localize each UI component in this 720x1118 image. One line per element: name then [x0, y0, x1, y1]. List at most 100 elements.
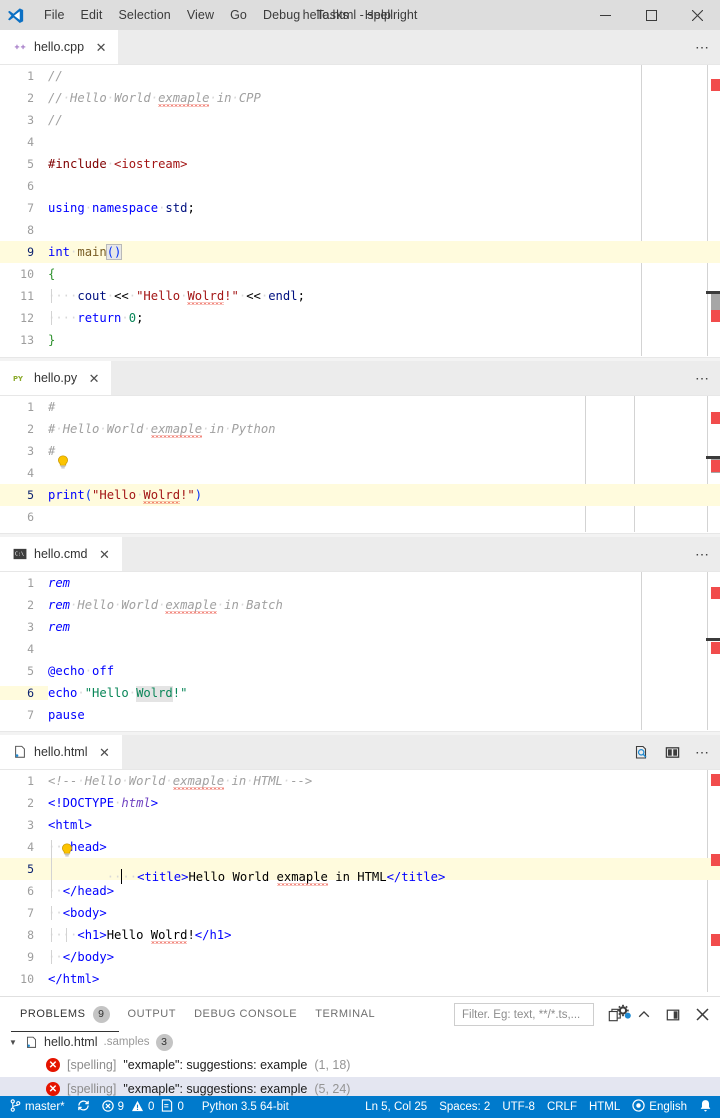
tab-terminal[interactable]: Terminal — [306, 997, 384, 1032]
tab-output[interactable]: Output — [119, 997, 186, 1032]
more-actions-icon[interactable]: ⋯ — [688, 34, 716, 62]
code-editor-cmd[interactable]: 1 rem 2 rem·Hello·World·exmaple·in·Batch 3… — [0, 572, 720, 730]
code-line[interactable]: 3 rem — [0, 616, 720, 638]
code-line[interactable]: 7 using·namespace·std; — [0, 197, 720, 219]
menu-help[interactable]: Help — [357, 4, 399, 26]
menu-selection[interactable]: Selection — [111, 4, 179, 26]
maximize-button[interactable] — [628, 0, 674, 30]
code-line[interactable]: 6 — [0, 506, 720, 528]
menu-edit[interactable]: Edit — [73, 4, 111, 26]
code-line[interactable]: 7 ··<body> — [0, 902, 720, 924]
status-encoding[interactable]: UTF-8 — [496, 1096, 541, 1118]
line-number: 4 — [27, 135, 34, 149]
code-line[interactable]: 7 pause — [0, 704, 720, 726]
chevron-down-icon[interactable]: ▼ — [7, 1038, 19, 1047]
tab-hello-cmd[interactable]: C:\ hello.cmd ✕ — [0, 537, 122, 571]
branch-name: master* — [25, 1101, 65, 1113]
code-line[interactable]: 1 rem — [0, 572, 720, 594]
open-preview-icon[interactable] — [628, 739, 656, 767]
minimize-button[interactable] — [582, 0, 628, 30]
more-actions-icon[interactable]: ⋯ — [688, 541, 716, 569]
menu-go[interactable]: Go — [222, 4, 255, 26]
toggle-panel-icon[interactable] — [659, 1001, 687, 1029]
close-button[interactable] — [674, 0, 720, 30]
overview-ruler-cpp[interactable] — [706, 65, 720, 356]
tab-debug-console[interactable]: Debug Console — [185, 997, 306, 1032]
code-line[interactable]: 2//·Hello·World·exmaple·in·CPP — [0, 87, 720, 109]
panel-tab-label: Problems — [20, 1008, 86, 1020]
tab-hello-cpp[interactable]: hello.cpp ✕ — [0, 30, 119, 64]
overview-ruler-py[interactable] — [706, 396, 720, 532]
code-lines-cmd: 1 rem 2 rem·Hello·World·exmaple·in·Batch 3… — [0, 572, 720, 726]
lightbulb-quickfix-icon[interactable] — [56, 454, 70, 470]
status-problems[interactable]: 9 0 0 — [96, 1096, 190, 1118]
code-line[interactable]: 9 ··</body> — [0, 946, 720, 968]
code-line[interactable]: 13} — [0, 329, 720, 351]
tab-hello-html[interactable]: hello.html ✕ — [0, 735, 122, 769]
code-line[interactable]: 2 rem·Hello·World·exmaple·in·Batch — [0, 594, 720, 616]
status-eol[interactable]: CRLF — [541, 1096, 583, 1118]
more-actions-icon[interactable]: ⋯ — [688, 365, 716, 393]
code-line-current[interactable]: 5 print("Hello·Wolrd!") — [0, 484, 720, 506]
tab-hello-py[interactable]: PY hello.py ✕ — [0, 361, 112, 395]
menu-view[interactable]: View — [179, 4, 222, 26]
code-line[interactable]: 2 #·Hello·World·exmaple·in·Python — [0, 418, 720, 440]
split-editor-icon[interactable] — [658, 739, 686, 767]
code-line[interactable]: 12 ····return·0; — [0, 307, 720, 329]
status-indentation[interactable]: Spaces: 2 — [433, 1096, 496, 1118]
problems-file-group[interactable]: ▼ hello.html .samples 3 — [0, 1031, 720, 1053]
close-icon[interactable]: ✕ — [87, 372, 101, 385]
code-line[interactable]: 3 <html> — [0, 814, 720, 836]
code-line[interactable]: 5 #include·<iostream> — [0, 153, 720, 175]
code-line[interactable]: 2 <!DOCTYPE·html> — [0, 792, 720, 814]
code-line[interactable]: 1 # — [0, 396, 720, 418]
close-panel-icon[interactable] — [688, 1001, 716, 1029]
close-icon[interactable]: ✕ — [98, 746, 112, 759]
lightbulb-quickfix-icon[interactable] — [60, 842, 74, 858]
code-line[interactable]: 4 — [0, 455, 720, 484]
code-editor-cpp[interactable]: 1// 2//·Hello·World·exmaple·in·CPP 3// 4… — [0, 65, 720, 356]
overview-ruler-html[interactable] — [706, 770, 720, 992]
code-line[interactable]: 6 ··</head> — [0, 880, 720, 902]
code-line-current[interactable]: 6 echo·"Hello·Wolrd!" — [0, 682, 720, 704]
status-sync[interactable] — [71, 1096, 96, 1118]
status-language-mode[interactable]: HTML — [583, 1096, 626, 1118]
code-line[interactable]: 4 — [0, 131, 720, 153]
status-notifications[interactable] — [693, 1096, 718, 1118]
menu-debug[interactable]: Debug — [255, 4, 308, 26]
menu-tasks[interactable]: Tasks — [308, 4, 356, 26]
problem-row[interactable]: ✕ [spelling] "exmaple": suggestions: exa… — [0, 1053, 720, 1077]
code-editor-html[interactable]: 1 <!--·Hello·World·exmaple·in·HTML·--> 2 <… — [0, 770, 720, 992]
code-line[interactable]: 8 — [0, 219, 720, 241]
overview-ruler-cmd[interactable] — [706, 572, 720, 730]
code-line[interactable]: 8 ····<h1>Hello Wolrd!</h1> — [0, 924, 720, 946]
code-line[interactable]: 1// — [0, 65, 720, 87]
tab-problems[interactable]: Problems 9 — [11, 997, 119, 1032]
close-icon[interactable]: ✕ — [94, 41, 108, 54]
line-number: 7 — [27, 201, 34, 215]
code-line-current[interactable]: 9 int·main() — [0, 241, 720, 263]
status-branch[interactable]: master* — [4, 1096, 71, 1118]
code-line[interactable]: 3// — [0, 109, 720, 131]
line-number: 12 — [20, 311, 34, 325]
code-line-current[interactable]: 5 ····<title>Hello World exmaple in HTML… — [0, 840, 720, 898]
code-line[interactable]: 5 @echo·off — [0, 660, 720, 682]
code-line[interactable]: 10 </html> — [0, 968, 720, 990]
status-python-interpreter[interactable]: Python 3.5 64-bit — [196, 1096, 295, 1118]
problems-file-dir: .samples — [103, 1036, 150, 1048]
close-icon[interactable]: ✕ — [98, 548, 112, 561]
problems-filter-box[interactable] — [454, 1003, 631, 1026]
code-line[interactable]: 6 — [0, 175, 720, 197]
code-line[interactable]: 4 — [0, 638, 720, 660]
more-actions-icon[interactable]: ⋯ — [688, 739, 716, 767]
code-editor-py[interactable]: 1 # 2 #·Hello·World·exmaple·in·Python 3 # 4… — [0, 396, 720, 532]
new-terminal-icon[interactable] — [601, 1001, 629, 1029]
maximize-panel-icon[interactable] — [630, 1001, 658, 1029]
status-spellcheck[interactable]: English — [626, 1096, 693, 1118]
code-line[interactable]: 11 ····cout·<<·"Hello·Wolrd!"·<<·endl; — [0, 285, 720, 307]
filter-input[interactable] — [462, 1008, 616, 1021]
status-cursor-position[interactable]: Ln 5, Col 25 — [359, 1096, 433, 1118]
code-line[interactable]: 1 <!--·Hello·World·exmaple·in·HTML·--> — [0, 770, 720, 792]
menu-file[interactable]: File — [36, 4, 73, 26]
code-line[interactable]: 10{ — [0, 263, 720, 285]
